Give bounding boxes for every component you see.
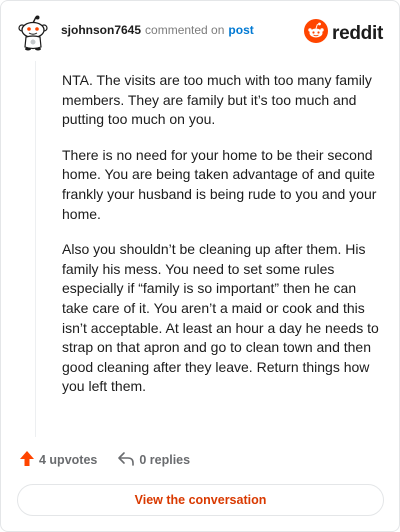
reddit-logo-icon [304,19,329,48]
comment-paragraph: NTA. The visits are too much with too ma… [62,72,372,128]
reddit-wordmark: reddit [332,22,383,44]
comment-header: sjohnson7645 commented on post reddit [17,15,383,51]
comment-meta: sjohnson7645 commented on post [61,23,254,37]
reply-arrow-icon [117,451,135,470]
commented-on-label: commented on [145,23,225,37]
comment-body: NTA. The visits are too much with too ma… [62,71,380,413]
upvote-arrow-icon [19,450,35,470]
reply-count: 0 replies [139,453,191,467]
comment-paragraph: Also you shouldn’t be cleaning up after … [62,241,379,395]
comment-paragraph: There is no need for your home to be the… [62,146,377,222]
reply-button[interactable]: 0 replies [117,451,190,470]
comment-card: sjohnson7645 commented on post reddit NT… [0,0,400,532]
username[interactable]: sjohnson7645 [61,23,141,37]
thread-line [35,61,36,437]
reddit-brand[interactable]: reddit [304,19,383,48]
comment-actions: 4 upvotes 0 replies [19,449,190,471]
snoo-avatar-icon[interactable] [17,15,49,51]
upvote-button[interactable]: 4 upvotes [19,450,97,470]
post-link[interactable]: post [228,23,253,37]
view-conversation-button[interactable]: View the conversation [17,484,384,516]
upvote-count: 4 upvotes [39,453,98,467]
